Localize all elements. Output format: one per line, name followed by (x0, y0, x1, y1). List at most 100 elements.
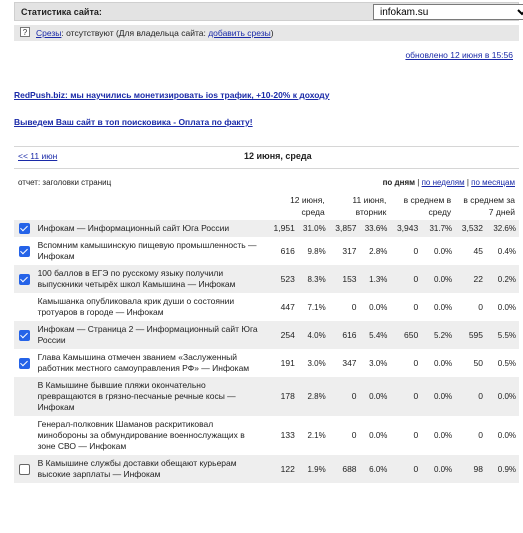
visits-cell: 254 (266, 321, 298, 350)
visits-cell: 447 (280, 301, 295, 312)
row-checkbox[interactable] (18, 245, 30, 257)
prev-day-link[interactable]: << 11 июн (18, 151, 57, 161)
row-checkbox-cell (14, 455, 35, 484)
visits-cell: 3,857 (328, 220, 360, 238)
page-title-cell: Инфокам — Информационный сайт Юга России (34, 220, 267, 238)
divider (14, 146, 519, 147)
visits-cell: 0 (390, 265, 422, 294)
col-header: в среднем в среду (403, 195, 452, 217)
visits-cell: 0 (351, 301, 357, 312)
sources-close: ) (270, 28, 274, 38)
visits-cell: 0 (413, 430, 419, 441)
visits-cell: 650 (390, 321, 422, 350)
table-row[interactable]: Глава Камышина отмечен званием «Заслужен… (14, 349, 519, 377)
visits-cell: 0 (455, 377, 487, 417)
percent-cell: 0.0% (433, 246, 453, 256)
visits-cell: 133 (280, 430, 295, 441)
period-months-link[interactable]: по месяцам (471, 178, 515, 187)
percent-cell: 0.4% (497, 246, 516, 256)
visits-cell: 0 (478, 430, 484, 441)
visits-cell: 523 (266, 265, 298, 294)
percent-cell: 0.0% (433, 302, 453, 312)
site-select[interactable]: infokam.su (373, 4, 523, 20)
table-row[interactable]: В Камышине бывшие пляжи окончательно пре… (14, 377, 519, 417)
visits-cell: 0 (328, 377, 360, 417)
sources-text: Срезы: отсутствуют (Для владельца сайта:… (36, 28, 274, 38)
percent-cell: 0.0% (359, 377, 391, 417)
table-row[interactable]: Инфокам — Страница 2 — Информационный са… (14, 321, 519, 350)
row-checkbox-cell (14, 416, 35, 455)
col-header: 11 июня, вторник (352, 195, 387, 217)
row-checkbox[interactable] (18, 329, 30, 341)
table-row[interactable]: Генерал-полковник Шаманов раскритиковал … (14, 416, 519, 455)
row-checkbox[interactable] (18, 223, 30, 235)
percent-cell: 7.1% (307, 302, 326, 312)
visits-cell: 0 (390, 377, 422, 417)
percent-cell: 1.3% (359, 265, 391, 294)
table-row[interactable]: Инфокам — Информационный сайт Юга России… (14, 220, 519, 238)
period-days: по дням (382, 178, 416, 187)
percent-cell: 0.2% (486, 265, 519, 294)
visits-cell: 1,951 (266, 220, 298, 238)
page-title-cell: В Камышине бывшие пляжи окончательно пре… (34, 377, 267, 417)
question-icon[interactable]: ? (20, 27, 30, 37)
report-bar: отчет: заголовки страниц по дням | по не… (14, 178, 519, 190)
date-navigation: << 11 июн 12 июня, среда (14, 151, 519, 163)
percent-cell: 0.0% (421, 265, 456, 294)
visits-cell: 317 (342, 245, 357, 256)
visits-cell: 50 (473, 357, 484, 368)
percent-cell: 5.2% (421, 321, 456, 350)
updated-link[interactable]: обновлено 12 июня в 15:56 (405, 50, 513, 60)
row-checkbox-cell (14, 349, 35, 377)
row-checkbox-cell (14, 321, 35, 350)
table-row[interactable]: Вспомним камышинскую пищевую промышленно… (14, 237, 519, 265)
visits-cell: 191 (280, 357, 295, 368)
percent-cell: 1.9% (297, 455, 329, 484)
promo-link-redpush[interactable]: RedPush.biz: мы научились монетизировать… (14, 90, 330, 100)
table-row[interactable]: 100 баллов в ЕГЭ по русскому языку получ… (14, 265, 519, 294)
visits-cell: 153 (328, 265, 360, 294)
percent-cell: 3.0% (369, 358, 388, 368)
visits-cell: 595 (455, 321, 487, 350)
promo-link-top[interactable]: Выведем Ваш сайт в топ поисковика - Опла… (14, 117, 253, 127)
percent-cell: 5.5% (486, 321, 519, 350)
percent-cell: 0.0% (497, 431, 516, 441)
table-row[interactable]: В Камышине службы доставки обещают курье… (14, 455, 519, 484)
page-title-cell: В Камышине службы доставки обещают курье… (34, 455, 267, 484)
row-checkbox-cell (14, 237, 35, 265)
page-title-cell: Вспомним камышинскую пищевую промышленно… (37, 240, 257, 262)
percent-cell: 9.8% (307, 246, 326, 256)
sources-status: : отсутствуют (Для владельца сайта: (61, 28, 209, 38)
visits-cell: 616 (280, 245, 295, 256)
table-header-row: 12 июня, среда 11 июня, вторник в средне… (14, 192, 519, 220)
row-checkbox[interactable] (18, 357, 30, 369)
visits-cell: 98 (455, 455, 487, 484)
row-checkbox-cell (14, 293, 35, 321)
add-sources-link[interactable]: добавить срезы (208, 28, 271, 38)
sources-link[interactable]: Срезы (36, 28, 61, 38)
period-separator: | (466, 178, 469, 187)
page-title-cell: Инфокам — Страница 2 — Информационный са… (34, 321, 267, 350)
visits-cell: 3,532 (455, 220, 487, 238)
percent-cell: 4.0% (297, 321, 329, 350)
visits-cell: 0 (351, 430, 357, 441)
table-row[interactable]: Камышанка опубликовала крик души о состо… (14, 293, 519, 321)
period-switch: по дням | по неделям | по месяцам (383, 178, 515, 187)
percent-cell: 0.0% (369, 431, 388, 441)
row-checkbox-cell (14, 377, 35, 417)
row-checkbox[interactable] (18, 273, 30, 285)
percent-cell: 0.5% (497, 358, 516, 368)
visits-cell: 22 (455, 265, 487, 294)
percent-cell: 33.6% (359, 220, 391, 238)
percent-cell: 2.1% (307, 431, 326, 441)
visits-cell: 178 (266, 377, 298, 417)
current-date: 12 июня, среда (244, 151, 312, 161)
period-weeks-link[interactable]: по неделям (422, 178, 465, 187)
percent-cell: 0.0% (433, 431, 453, 441)
percent-cell: 6.0% (359, 455, 391, 484)
page-title-cell: 100 баллов в ЕГЭ по русскому языку получ… (34, 265, 267, 294)
percent-cell: 2.8% (369, 246, 388, 256)
visits-cell: 347 (342, 357, 357, 368)
row-checkbox[interactable] (18, 463, 30, 475)
visits-cell: 122 (266, 455, 298, 484)
